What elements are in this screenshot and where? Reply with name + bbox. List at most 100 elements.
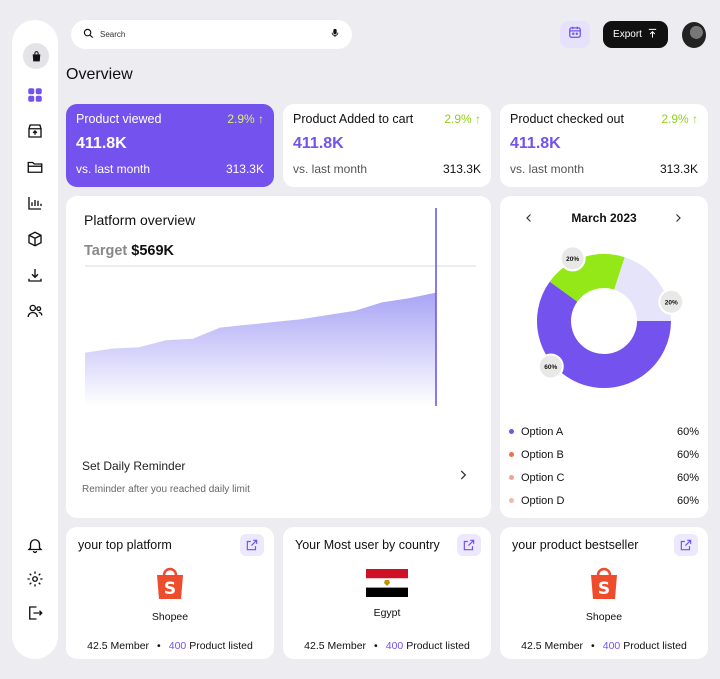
egypt-flag-icon	[366, 569, 408, 602]
stat-value: 411.8K	[510, 135, 561, 152]
separator-dot: •	[374, 640, 378, 652]
legend-item: Option B 60%	[509, 443, 699, 466]
stat-compare-value: 313.3K	[659, 162, 698, 176]
search-bar[interactable]	[71, 20, 352, 49]
page-title: Overview	[66, 66, 133, 83]
target-readout: Target $569K	[84, 243, 174, 259]
card-footer: 42.5 Member • 400 Product listed	[66, 640, 274, 652]
settings-icon[interactable]	[23, 567, 47, 591]
legend-dot	[509, 475, 514, 480]
legend-item: Option C 60%	[509, 466, 699, 489]
calendar-icon	[568, 25, 582, 44]
stat-card-checked-out[interactable]: Product checked out 2.9% ↑ 411.8K vs. la…	[500, 104, 708, 187]
top-platform-card: your top platform S Shopee 42.5 Member • 4…	[66, 527, 274, 659]
platform-name: Shopee	[151, 611, 189, 623]
legend-name: Option B	[521, 448, 564, 461]
chevron-right-icon[interactable]	[672, 211, 684, 223]
reminder-title: Set Daily Reminder	[82, 459, 186, 473]
member-count: 42.5 Member	[521, 640, 584, 652]
legend-item: Option D 60%	[509, 489, 699, 512]
platform-overview-title: Platform overview	[84, 212, 196, 228]
separator-dot: •	[591, 640, 595, 652]
bar-chart-icon[interactable]	[23, 191, 47, 215]
platform-overview-card: Platform overview Target $569K Set Daily…	[66, 196, 491, 518]
svg-text:S: S	[598, 579, 610, 599]
bag-icon[interactable]	[23, 43, 49, 69]
product-label: Product listed	[189, 640, 253, 652]
legend-dot	[509, 452, 514, 457]
stat-title: Product viewed	[76, 112, 162, 126]
legend-value: 60%	[676, 471, 699, 484]
bestseller-card: your product bestseller S Shopee 42.5 Me…	[500, 527, 708, 659]
product-label: Product listed	[623, 640, 687, 652]
card-footer: 42.5 Member • 400 Product listed	[500, 640, 708, 652]
external-link-icon[interactable]	[240, 534, 264, 556]
stat-title: Product Added to cart	[293, 112, 414, 126]
legend-value: 60%	[676, 448, 699, 461]
stat-compare-label: vs. last month	[510, 162, 585, 176]
external-link-icon[interactable]	[457, 534, 481, 556]
store-icon[interactable]	[23, 119, 47, 143]
search-icon	[83, 26, 94, 44]
stat-card-added-to-cart[interactable]: Product Added to cart 2.9% ↑ 411.8K vs. …	[283, 104, 491, 187]
card-title: your product bestseller	[512, 538, 639, 552]
bell-icon[interactable]	[23, 533, 47, 557]
sidebar	[12, 20, 58, 659]
card-title: your top platform	[78, 538, 172, 552]
product-count: 400	[602, 640, 621, 652]
box-icon[interactable]	[23, 227, 47, 251]
product-name: Shopee	[585, 611, 623, 623]
legend-name: Option D	[521, 494, 565, 507]
avatar[interactable]	[682, 22, 706, 48]
stat-change: 2.9% ↑	[444, 112, 481, 126]
users-icon[interactable]	[23, 299, 47, 323]
dashboard-icon[interactable]	[23, 83, 47, 107]
folder-icon[interactable]	[23, 155, 47, 179]
chevron-right-icon[interactable]	[456, 468, 470, 482]
target-label: Target	[84, 243, 128, 259]
data-label: 60%	[544, 364, 557, 371]
stat-change: 2.9% ↑	[661, 112, 698, 126]
stat-change: 2.9% ↑	[227, 112, 264, 126]
area-series	[85, 292, 436, 406]
logout-icon[interactable]	[23, 601, 47, 625]
legend-name: Option A	[521, 425, 564, 438]
external-link-icon[interactable]	[674, 534, 698, 556]
top-country-card: Your Most user by country Egypt 42.5 Mem…	[283, 527, 491, 659]
export-button[interactable]: Export	[603, 21, 668, 48]
legend-name: Option C	[521, 471, 565, 484]
separator-dot: •	[157, 640, 161, 652]
download-icon[interactable]	[23, 263, 47, 287]
product-label: Product listed	[406, 640, 470, 652]
upload-icon	[647, 28, 658, 42]
microphone-icon[interactable]	[330, 26, 340, 44]
target-value: $569K	[131, 243, 175, 259]
member-count: 42.5 Member	[304, 640, 367, 652]
legend-value: 60%	[676, 494, 699, 507]
stat-value: 411.8K	[293, 135, 344, 152]
donut-segment	[549, 254, 625, 303]
card-footer: 42.5 Member • 400 Product listed	[283, 640, 491, 652]
stat-compare-value: 313.3K	[225, 162, 264, 176]
donut-segment	[613, 257, 671, 322]
shopee-logo-icon: S	[588, 565, 620, 606]
donut-card: 60% 20% 20% March 2023 Option A 60% Option…	[500, 196, 708, 518]
product-count: 400	[168, 640, 187, 652]
card-title: Your Most user by country	[295, 538, 440, 552]
shopee-logo-icon: S	[154, 565, 186, 606]
data-label: 20%	[665, 299, 678, 306]
calendar-button[interactable]	[560, 21, 590, 48]
stat-compare-value: 313.3K	[442, 162, 481, 176]
stat-compare-label: vs. last month	[293, 162, 368, 176]
data-label: 20%	[566, 256, 579, 263]
svg-text:S: S	[164, 579, 176, 599]
legend-dot	[509, 498, 514, 503]
stat-card-viewed[interactable]: Product viewed 2.9% ↑ 411.8K vs. last mo…	[66, 104, 274, 187]
legend-dot	[509, 429, 514, 434]
stat-title: Product checked out	[510, 112, 624, 126]
reminder-subtitle: Reminder after you reached daily limit	[82, 484, 250, 495]
donut-legend: Option A 60% Option B 60% Option C 60% O…	[509, 420, 699, 512]
search-input[interactable]	[100, 30, 330, 39]
legend-item: Option A 60%	[509, 420, 699, 443]
legend-value: 60%	[676, 425, 699, 438]
